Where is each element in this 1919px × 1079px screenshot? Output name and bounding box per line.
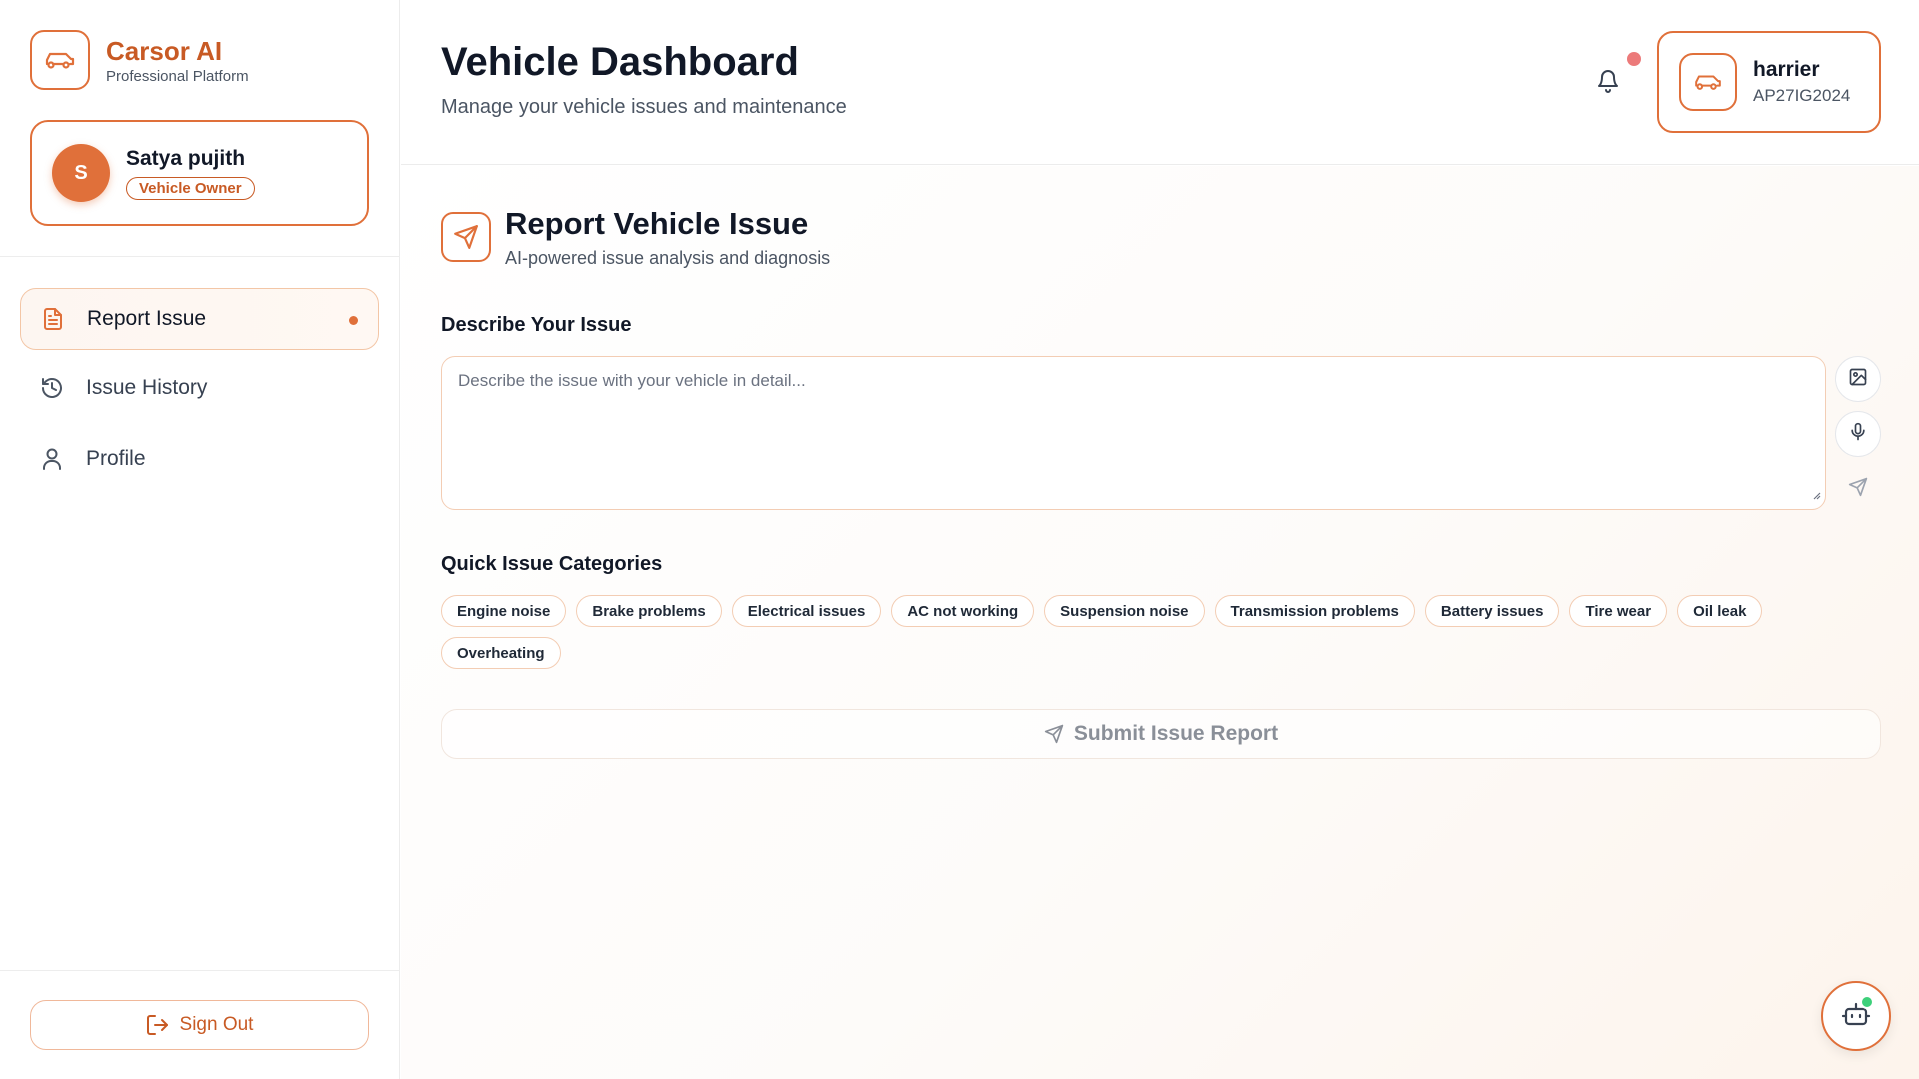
vehicle-name: harrier — [1753, 58, 1820, 81]
send-icon — [1044, 724, 1064, 744]
send-icon — [1848, 477, 1868, 502]
nav-item-issue-history[interactable]: Issue History — [20, 357, 379, 419]
online-status-dot — [1860, 995, 1874, 1009]
logout-icon — [146, 1014, 170, 1036]
submit-issue-button[interactable]: Submit Issue Report — [441, 709, 1881, 759]
category-chips: Engine noise Brake problems Electrical i… — [441, 595, 1841, 669]
page-title: Vehicle Dashboard — [441, 40, 799, 84]
submit-label: Submit Issue Report — [1073, 722, 1279, 745]
vehicle-plate: AP27IG2024 — [1753, 86, 1851, 105]
category-chip-ac-not-working[interactable]: AC not working — [891, 595, 1035, 627]
category-chip-oil-leak[interactable]: Oil leak — [1677, 595, 1763, 627]
sidebar: Carsor AI Professional Platform S Satya … — [0, 0, 400, 1079]
avatar: S — [52, 144, 110, 202]
send-icon — [441, 212, 491, 262]
brand-subtitle: Professional Platform — [106, 67, 249, 85]
main-content: Report Vehicle Issue AI-powered issue an… — [401, 166, 1919, 1079]
categories-label: Quick Issue Categories — [441, 553, 663, 575]
nav-label: Report Issue — [87, 307, 207, 330]
category-chip-transmission-problems[interactable]: Transmission problems — [1214, 595, 1415, 627]
category-chip-engine-noise[interactable]: Engine noise — [441, 595, 567, 627]
car-icon — [30, 30, 90, 90]
document-icon — [41, 307, 65, 331]
nav-label: Issue History — [86, 376, 208, 399]
role-badge: Vehicle Owner — [126, 176, 255, 200]
history-icon — [40, 376, 64, 400]
brand[interactable]: Carsor AI Professional Platform — [30, 30, 249, 90]
vehicle-card[interactable]: harrier AP27IG2024 — [1657, 31, 1881, 133]
category-chip-battery-issues[interactable]: Battery issues — [1424, 595, 1560, 627]
describe-label: Describe Your Issue — [441, 314, 632, 336]
user-name: Satya pujith — [126, 146, 246, 170]
section-title: Report Vehicle Issue — [505, 206, 809, 241]
nav-label: Profile — [86, 447, 146, 470]
section-subtitle: AI-powered issue analysis and diagnosis — [505, 248, 831, 268]
input-placeholder: Describe the issue with your vehicle in … — [458, 371, 806, 390]
nav-item-profile[interactable]: Profile — [20, 428, 379, 490]
ai-assistant-button[interactable] — [1821, 981, 1891, 1051]
header: Vehicle Dashboard Manage your vehicle is… — [401, 0, 1919, 165]
resize-handle-icon[interactable] — [1811, 485, 1821, 505]
category-chip-brake-problems[interactable]: Brake problems — [576, 595, 722, 627]
notification-dot — [1627, 52, 1641, 66]
voice-input-button[interactable] — [1835, 411, 1881, 457]
sign-out-button[interactable]: Sign Out — [30, 1000, 369, 1050]
car-icon — [1679, 53, 1737, 111]
sign-out-label: Sign Out — [179, 1014, 254, 1035]
nav-item-report-issue[interactable]: Report Issue — [20, 288, 379, 350]
bell-icon[interactable] — [1596, 68, 1620, 99]
category-chip-suspension-noise[interactable]: Suspension noise — [1044, 595, 1205, 627]
active-indicator — [349, 316, 358, 325]
page-subtitle: Manage your vehicle issues and maintenan… — [441, 96, 847, 118]
user-icon — [40, 447, 64, 471]
send-message-button[interactable] — [1835, 466, 1881, 512]
image-icon — [1848, 367, 1868, 392]
microphone-icon — [1848, 422, 1868, 447]
category-chip-overheating[interactable]: Overheating — [441, 637, 561, 669]
upload-image-button[interactable] — [1835, 356, 1881, 402]
category-chip-electrical-issues[interactable]: Electrical issues — [731, 595, 882, 627]
user-card[interactable]: S Satya pujith Vehicle Owner — [30, 120, 369, 226]
category-chip-tire-wear[interactable]: Tire wear — [1569, 595, 1668, 627]
divider — [0, 256, 400, 257]
brand-name: Carsor AI — [106, 35, 223, 66]
issue-description-input[interactable]: Describe the issue with your vehicle in … — [441, 356, 1826, 510]
divider — [0, 970, 400, 971]
